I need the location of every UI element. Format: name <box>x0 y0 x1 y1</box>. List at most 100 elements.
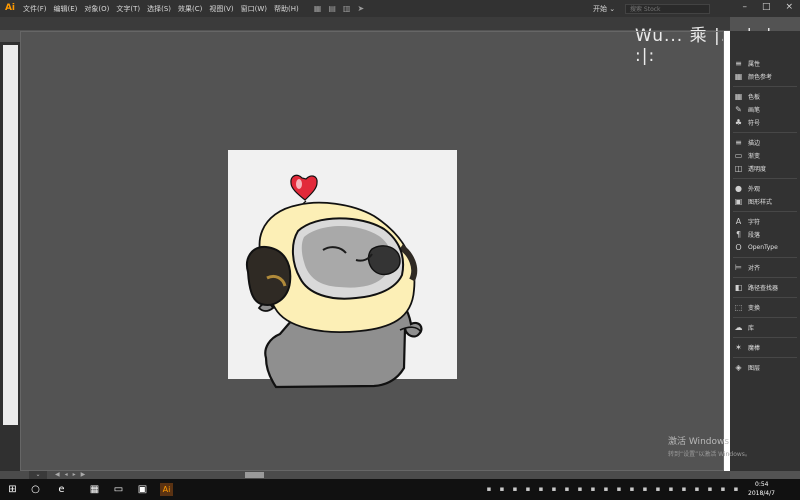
terminal-icon[interactable]: ▣ <box>136 483 149 496</box>
panel-paragraph[interactable]: ¶ 段落 <box>734 230 760 239</box>
artboard-navigation: ◀ ◂ ▸ ▶ <box>55 471 85 479</box>
pathfinder-icon: ◧ <box>734 283 743 292</box>
tray-icon-20[interactable]: ▪ <box>732 485 740 493</box>
panel-opentype[interactable]: O OpenType <box>734 243 777 252</box>
menu-help[interactable]: 帮助(H) <box>274 4 299 14</box>
symbols-icon: ♣ <box>734 118 743 127</box>
menu-effect[interactable]: 效果(C) <box>178 4 202 14</box>
graphic-styles-icon: ▣ <box>734 197 743 206</box>
panel-swatches[interactable]: ▦ 色板 <box>734 92 760 101</box>
tray-icon-3[interactable]: ▪ <box>511 485 519 493</box>
tray-icon-6[interactable]: ▪ <box>550 485 558 493</box>
folder-icon[interactable]: ▭ <box>112 483 125 496</box>
character-icon: A <box>735 217 742 226</box>
last-artboard-button[interactable]: ▶ <box>81 471 86 479</box>
tray-icon-8[interactable]: ▪ <box>576 485 584 493</box>
tray-icon-2[interactable]: ▪ <box>498 485 506 493</box>
layers-icon: ◈ <box>735 363 742 372</box>
menu-view[interactable]: 视图(V) <box>209 4 233 14</box>
tray-icon-13[interactable]: ▪ <box>641 485 649 493</box>
panel-graphic-styles[interactable]: ▣ 图形样式 <box>734 197 772 206</box>
panel-separator <box>733 211 797 212</box>
maximize-button[interactable]: □ <box>762 2 771 12</box>
panel-separator <box>733 297 797 298</box>
panel-separator <box>733 357 797 358</box>
panel-layers[interactable]: ◈ 图层 <box>734 363 760 372</box>
horizontal-scrollbar-thumb[interactable] <box>245 472 264 478</box>
tray-icon-17[interactable]: ▪ <box>693 485 701 493</box>
stock-search-input[interactable]: 搜索 Stock <box>625 4 710 14</box>
taskbar-date[interactable]: 2018/4/7 <box>748 490 775 497</box>
panel-gradient[interactable]: ▭ 渐变 <box>734 151 760 160</box>
panel-brushes[interactable]: ✎ 画笔 <box>734 105 760 114</box>
windows-taskbar: ⊞ ○ e ▦ ▭ ▣ Ai ▪ ▪ ▪ ▪ ▪ ▪ ▪ ▪ ▪ ▪ ▪ ▪ ▪… <box>0 479 800 500</box>
menu-select[interactable]: 选择(S) <box>147 4 171 14</box>
panel-libraries[interactable]: ☁ 库 <box>734 323 755 332</box>
pug-sheep-artwork[interactable] <box>228 150 457 390</box>
stroke-icon: ≡ <box>735 138 742 147</box>
taskbar-time[interactable]: 0:54 <box>755 481 768 488</box>
tray-icon-16[interactable]: ▪ <box>680 485 688 493</box>
arrange-icon[interactable]: ▥ <box>343 4 351 13</box>
tray-icon-10[interactable]: ▪ <box>602 485 610 493</box>
menu-window[interactable]: 窗口(W) <box>241 4 267 14</box>
panel-appearance[interactable]: ● 外观 <box>734 184 760 193</box>
panel-separator <box>733 317 797 318</box>
menu-file[interactable]: 文件(F) <box>23 4 47 14</box>
right-panel-dock: ≡ 属性 ▦ 颜色参考 ▦ 色板 ✎ 画笔 ♣ 符号 ≡ 描边 ▭ 渐变 ◫ 透明度 ● 外观 ▣… <box>730 31 800 471</box>
windows-activation-subtitle: 转到“设置”以激活 Windows。 <box>668 451 751 458</box>
search-icon[interactable]: ○ <box>29 483 42 496</box>
tray-icon-5[interactable]: ▪ <box>537 485 545 493</box>
tray-icon-9[interactable]: ▪ <box>589 485 597 493</box>
illustrator-taskbar-icon[interactable]: Ai <box>160 483 173 496</box>
swatches-icon: ▦ <box>734 92 743 101</box>
tray-icon-4[interactable]: ▪ <box>524 485 532 493</box>
send-icon[interactable]: ➤ <box>357 4 364 13</box>
tray-icon-11[interactable]: ▪ <box>615 485 623 493</box>
workspace-switcher[interactable]: 开始 ⌄ <box>593 4 615 14</box>
ie-icon[interactable]: e <box>55 483 68 496</box>
document-tab-strip[interactable] <box>0 17 730 30</box>
brushes-icon: ✎ <box>735 105 742 114</box>
panel-color-guide[interactable]: ▦ 颜色参考 <box>734 72 772 81</box>
menu-toolbar-icons: ▦ ▤ ▥ ➤ <box>314 4 364 13</box>
tray-icon-1[interactable]: ▪ <box>485 485 493 493</box>
calculator-icon[interactable]: ▦ <box>88 483 101 496</box>
panel-stroke[interactable]: ≡ 描边 <box>734 138 760 147</box>
windows-activation-title: 激活 Windows <box>668 437 730 447</box>
panel-properties[interactable]: ≡ 属性 <box>734 59 760 68</box>
first-artboard-button[interactable]: ◀ <box>55 471 60 479</box>
panel-symbols[interactable]: ♣ 符号 <box>734 118 760 127</box>
menu-object[interactable]: 对象(O) <box>84 4 109 14</box>
panel-align[interactable]: ⊨ 对齐 <box>734 263 760 272</box>
panel-transform[interactable]: ⬚ 变换 <box>734 303 760 312</box>
panel-pathfinder[interactable]: ◧ 路径查找器 <box>734 283 778 292</box>
bridge-icon[interactable]: ▦ <box>314 4 322 13</box>
transform-icon: ⬚ <box>734 303 743 312</box>
tray-icon-19[interactable]: ▪ <box>719 485 727 493</box>
transparency-icon: ◫ <box>734 164 743 173</box>
character-face <box>292 217 404 300</box>
tray-icon-18[interactable]: ▪ <box>706 485 714 493</box>
panel-character[interactable]: A 字符 <box>734 217 760 226</box>
zoom-dropdown[interactable]: ⌄ <box>29 471 47 479</box>
panel-transparency[interactable]: ◫ 透明度 <box>734 164 766 173</box>
tray-icon-14[interactable]: ▪ <box>654 485 662 493</box>
panel-magic-wand[interactable]: ✶ 魔棒 <box>734 343 760 352</box>
tools-panel[interactable] <box>3 45 18 425</box>
tray-icon-7[interactable]: ▪ <box>563 485 571 493</box>
close-button[interactable]: × <box>785 2 793 12</box>
menu-type[interactable]: 文字(T) <box>116 4 140 14</box>
stock-icon[interactable]: ▤ <box>328 4 336 13</box>
start-icon[interactable]: ⊞ <box>6 483 19 496</box>
tray-icon-12[interactable]: ▪ <box>628 485 636 493</box>
gradient-icon: ▭ <box>734 151 743 160</box>
next-artboard-button[interactable]: ▸ <box>73 471 76 479</box>
magic-wand-icon: ✶ <box>735 343 742 352</box>
previous-artboard-button[interactable]: ◂ <box>65 471 68 479</box>
minimize-button[interactable]: – <box>742 2 747 12</box>
panel-separator <box>733 86 797 87</box>
menu-edit[interactable]: 编辑(E) <box>54 4 78 14</box>
tray-icon-15[interactable]: ▪ <box>667 485 675 493</box>
status-bar: ⌄ ◀ ◂ ▸ ▶ <box>0 471 730 479</box>
